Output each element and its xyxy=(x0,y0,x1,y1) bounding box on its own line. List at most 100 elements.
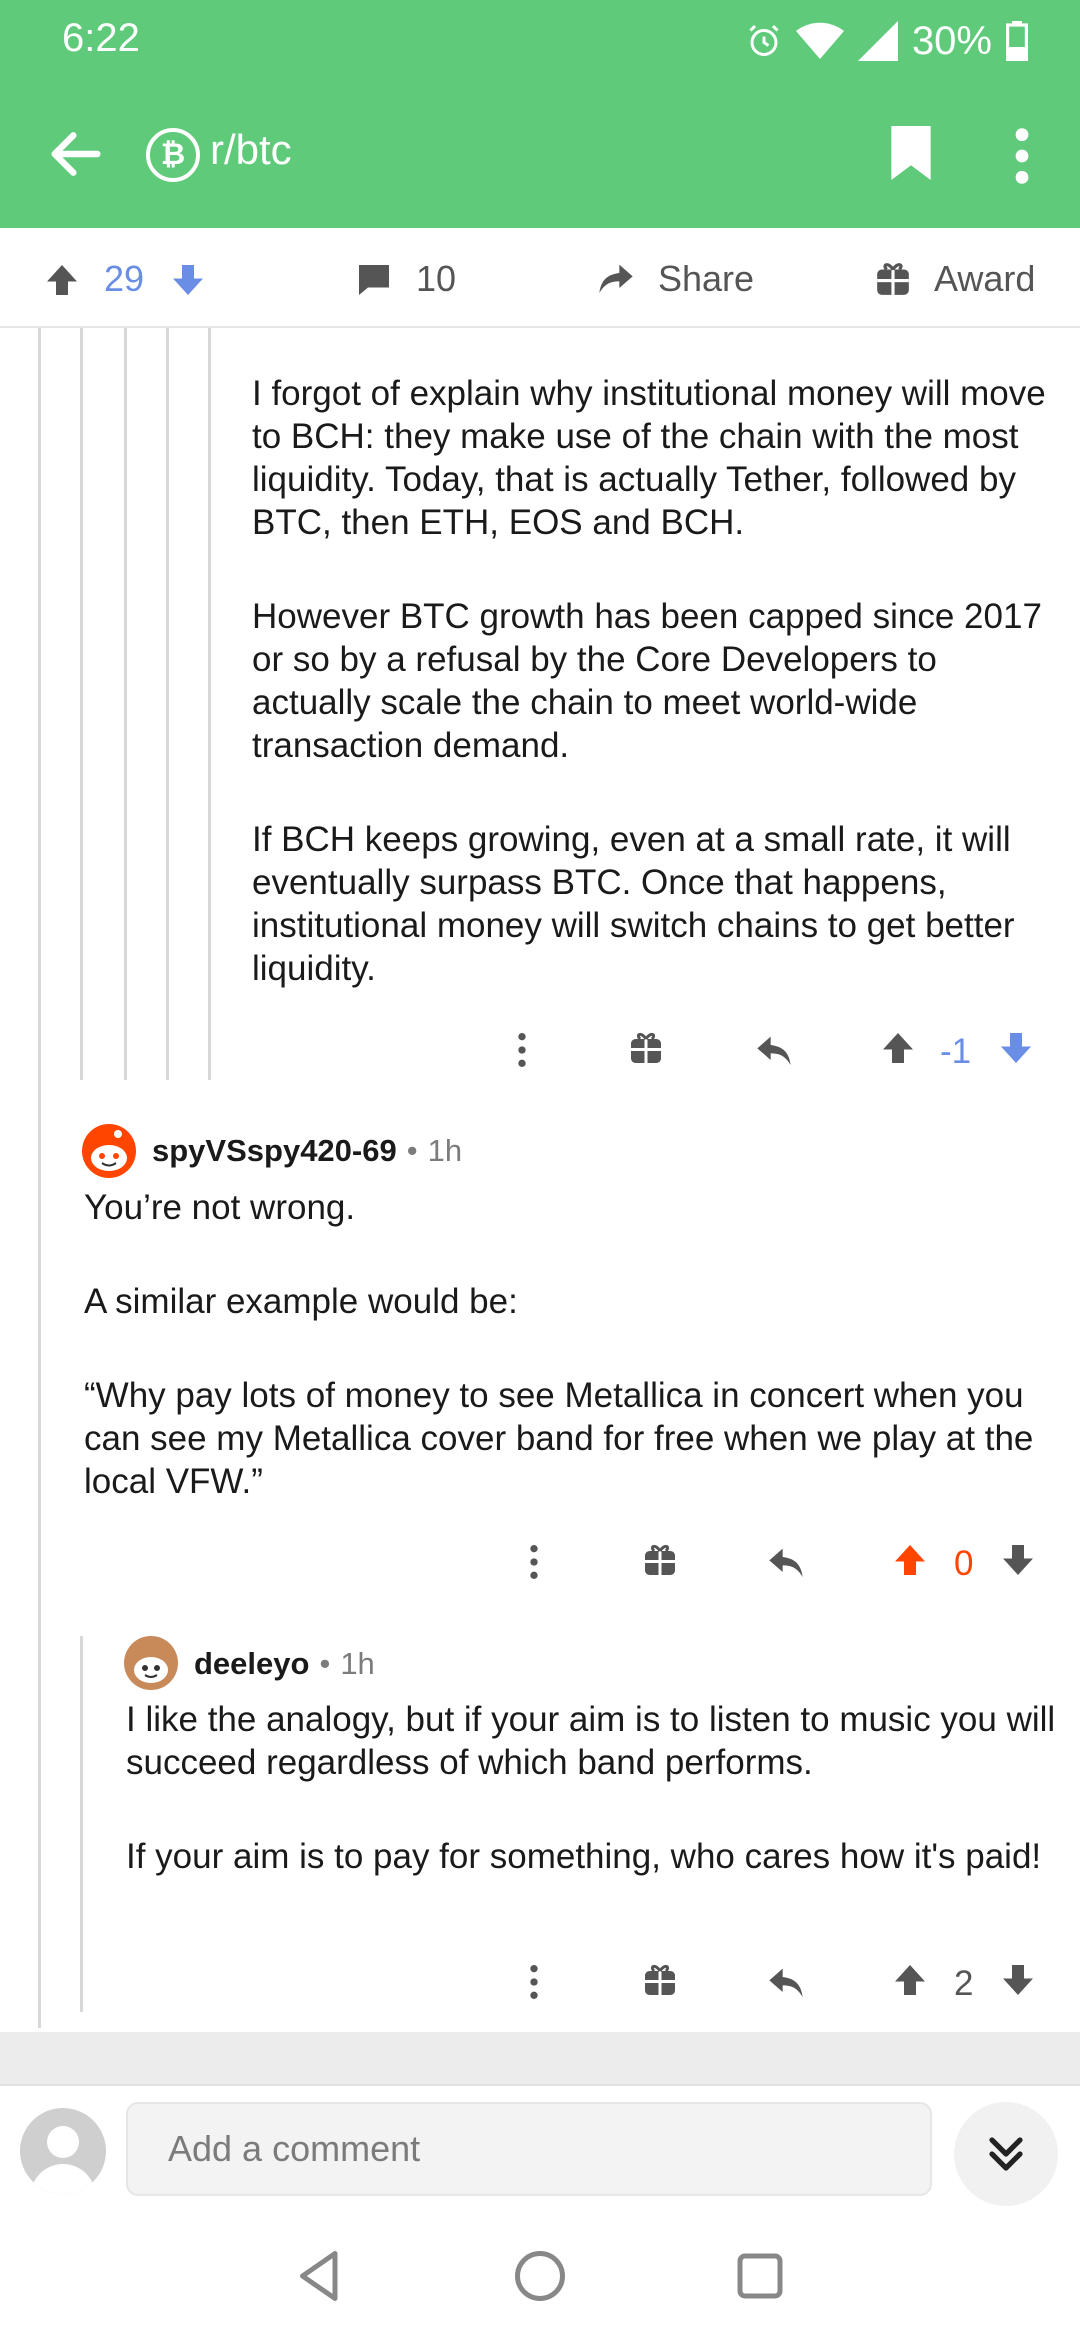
comment-paragraph: “Why pay lots of money to see Metallica … xyxy=(84,1376,1034,1501)
share-label[interactable]: Share xyxy=(658,258,754,300)
nav-home-button[interactable] xyxy=(510,2246,570,2306)
comment-paragraph: I like the analogy, but if your aim is t… xyxy=(126,1700,1056,1782)
battery-icon xyxy=(1006,21,1028,61)
comment-body: I like the analogy, but if your aim is t… xyxy=(126,1698,1056,1878)
avatar[interactable] xyxy=(124,1636,178,1690)
signal-icon xyxy=(857,21,898,61)
arrow-down-icon xyxy=(1003,1545,1033,1575)
comment-score: 0 xyxy=(954,1544,974,1583)
comment-age: 1h xyxy=(427,1133,463,1168)
wifi-icon xyxy=(795,22,844,59)
post-downvote-button[interactable] xyxy=(170,262,206,298)
award-label[interactable]: Award xyxy=(934,258,1035,300)
comment-downvote-button[interactable] xyxy=(1000,1542,1040,1582)
comment-more-button[interactable] xyxy=(514,1542,554,1582)
avatar[interactable] xyxy=(82,1124,136,1178)
comment-upvote-button[interactable] xyxy=(892,1962,932,2002)
nav-back-button[interactable] xyxy=(290,2246,350,2306)
subreddit-title[interactable]: r/btc xyxy=(210,126,292,174)
thread-line[interactable] xyxy=(38,328,41,2028)
arrow-up-icon xyxy=(883,1033,913,1063)
comment-header: spyVSspy420-69 • 1h xyxy=(152,1133,462,1169)
gift-icon xyxy=(877,263,909,295)
divider xyxy=(0,2032,1080,2084)
reply-arrow-icon xyxy=(769,1548,803,1577)
comments-button[interactable] xyxy=(356,262,392,298)
gift-icon xyxy=(645,1965,675,1995)
subreddit-icon[interactable]: ₿ xyxy=(146,128,200,182)
arrow-left-icon xyxy=(51,132,101,176)
snoo-avatar-icon xyxy=(91,1130,127,1171)
user-avatar[interactable] xyxy=(20,2108,106,2194)
comment-more-button[interactable] xyxy=(514,1962,554,2002)
arrow-down-icon xyxy=(1001,1033,1031,1063)
thread-line[interactable] xyxy=(80,328,83,1080)
meta-separator: • xyxy=(319,1646,331,1681)
comment-upvote-button[interactable] xyxy=(880,1030,920,1070)
more-options-button[interactable] xyxy=(1004,124,1040,188)
comment-paragraph: I forgot of explain why institutional mo… xyxy=(252,374,1046,542)
comment-upvote-button[interactable] xyxy=(892,1542,932,1582)
comment-downvote-button[interactable] xyxy=(1000,1962,1040,2002)
circle-home-icon xyxy=(515,2251,565,2301)
comment-count[interactable]: 10 xyxy=(416,258,456,300)
arrow-up-icon xyxy=(47,265,77,295)
thread-line[interactable] xyxy=(208,328,211,1080)
share-button[interactable] xyxy=(596,258,636,298)
reply-arrow-icon xyxy=(757,1036,791,1065)
comment-age: 1h xyxy=(340,1646,375,1681)
more-vertical-icon xyxy=(530,1965,538,1999)
reply-arrow-icon xyxy=(769,1968,803,1997)
comment-author[interactable]: spyVSspy420-69 xyxy=(152,1133,397,1169)
comment-author[interactable]: deeleyo xyxy=(194,1646,309,1682)
status-icons: 30% xyxy=(746,16,1028,66)
battery-percent: 30% xyxy=(911,18,992,63)
meta-separator: • xyxy=(406,1133,418,1168)
comment-score: -1 xyxy=(940,1032,972,1071)
post-score: 29 xyxy=(104,258,145,299)
comment-paragraph: If BCH keeps growing, even at a small ra… xyxy=(252,820,1015,988)
gift-icon xyxy=(631,1033,661,1063)
comment-reply-button[interactable] xyxy=(766,1542,806,1582)
arrow-up-icon xyxy=(895,1965,925,1995)
post-action-bar xyxy=(0,228,1080,328)
thread-line[interactable] xyxy=(166,328,169,1080)
post-upvote-button[interactable] xyxy=(44,262,80,298)
nav-recents-button[interactable] xyxy=(730,2246,790,2306)
comment-paragraph: If your aim is to pay for something, who… xyxy=(126,1837,1042,1876)
thread-line[interactable] xyxy=(80,1636,83,2012)
comment-reply-button[interactable] xyxy=(754,1030,794,1070)
comment-reply-button[interactable] xyxy=(766,1962,806,2002)
more-vertical-icon xyxy=(530,1545,538,1579)
square-recents-icon xyxy=(737,2253,783,2299)
comment-paragraph: However BTC growth has been capped since… xyxy=(252,597,1042,765)
comment-paragraph: A similar example would be: xyxy=(84,1282,518,1321)
comment-award-button[interactable] xyxy=(642,1962,682,2002)
collapse-comments-button[interactable] xyxy=(954,2102,1058,2206)
more-vertical-icon xyxy=(518,1033,526,1067)
comment-paragraph: You’re not wrong. xyxy=(84,1188,356,1227)
double-chevron-down-icon xyxy=(989,2137,1023,2171)
comment-more-button[interactable] xyxy=(502,1030,542,1070)
arrow-down-icon xyxy=(1003,1965,1033,1995)
arrow-up-icon xyxy=(895,1545,925,1575)
add-comment-input[interactable] xyxy=(126,2102,932,2196)
triangle-back-icon xyxy=(300,2251,338,2301)
comment-award-button[interactable] xyxy=(628,1030,668,1070)
snoo-avatar-icon xyxy=(134,1657,168,1683)
comment-downvote-button[interactable] xyxy=(998,1030,1038,1070)
arrow-down-icon xyxy=(173,265,203,295)
back-button[interactable] xyxy=(44,122,108,186)
comment-body: I forgot of explain why institutional mo… xyxy=(252,372,1052,990)
status-time: 6:22 xyxy=(62,16,140,60)
bookmark-icon xyxy=(891,126,931,180)
more-vertical-icon xyxy=(1015,128,1029,184)
speech-bubble-icon xyxy=(359,265,389,295)
bookmark-button[interactable] xyxy=(886,126,936,180)
comment-award-button[interactable] xyxy=(642,1542,682,1582)
comment-score: 2 xyxy=(954,1964,974,2003)
award-button[interactable] xyxy=(874,260,912,298)
share-arrow-icon xyxy=(599,264,633,293)
thread-line[interactable] xyxy=(124,328,127,1080)
comment-body: You’re not wrong. A similar example woul… xyxy=(84,1186,1054,1503)
